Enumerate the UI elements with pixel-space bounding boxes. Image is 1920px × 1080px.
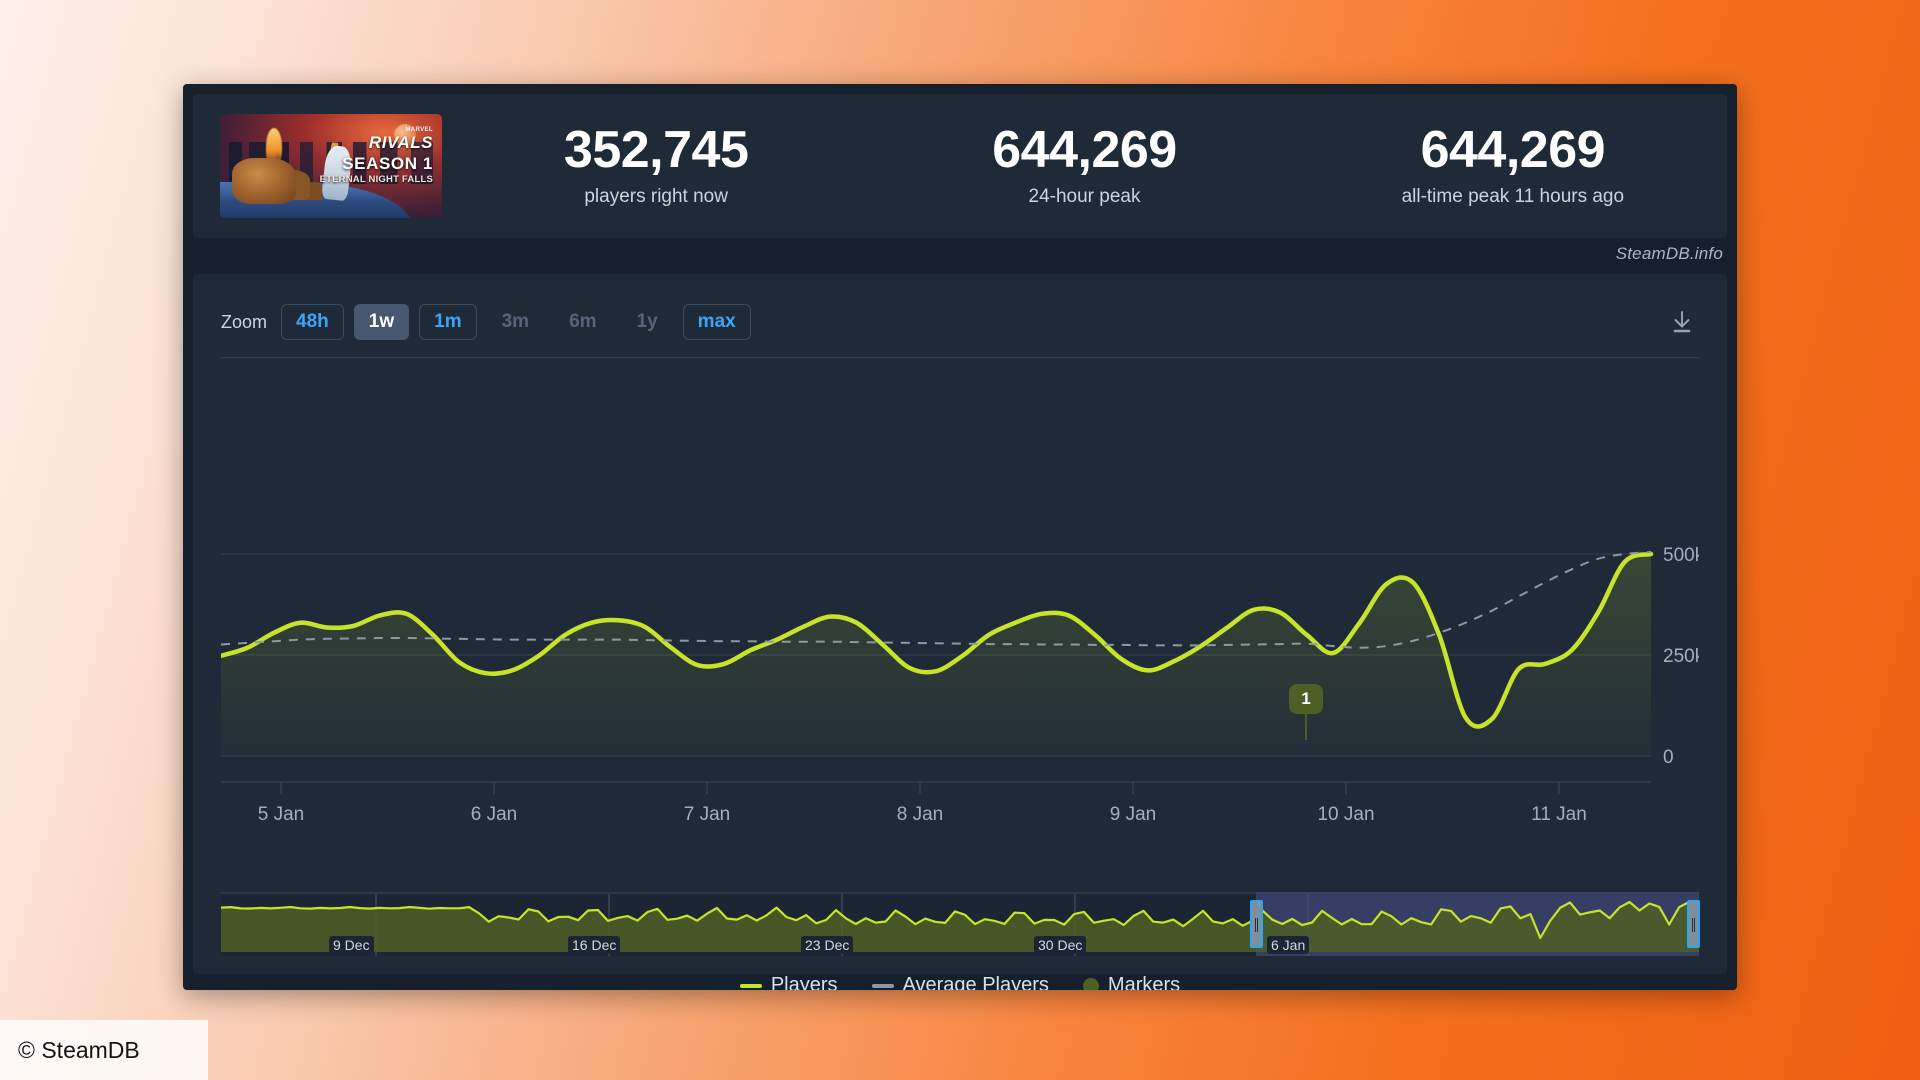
legend-label: Markers [1107, 974, 1181, 990]
stat-value: 352,745 [563, 120, 749, 179]
x-tick-label: 5 Jan [258, 804, 304, 825]
x-tick-label: 7 Jan [684, 804, 730, 825]
capsule-season: SEASON 1 [342, 154, 433, 173]
x-tick-label: 11 Jan [1531, 804, 1587, 825]
stat-label: 24-hour peak [1028, 186, 1141, 208]
chart-panel: Zoom 48h 1w 1m 3m 6m 1y max 500 250 0 5 … [193, 274, 1727, 990]
x-tick-label: 9 Jan [1110, 804, 1156, 825]
download-icon[interactable] [1665, 305, 1699, 339]
navigator-date-label: 23 Dec [801, 936, 854, 954]
stat-value: 644,269 [992, 120, 1177, 179]
legend-item-players[interactable]: Players [739, 974, 838, 990]
capsule-subtitle: ETERNAL NIGHT FALLS [319, 174, 433, 185]
steamdb-watermark: SteamDB.info [1615, 244, 1723, 263]
navigator-handle-right[interactable] [1687, 900, 1700, 948]
range-button-1m[interactable]: 1m [419, 304, 477, 340]
x-tick-label: 8 Jan [897, 804, 943, 825]
chart-marker-badge[interactable]: 1 [1289, 684, 1323, 714]
marker-stem [1305, 714, 1307, 740]
zoom-range-toolbar: Zoom 48h 1w 1m 3m 6m 1y max [221, 296, 1699, 348]
stat-label: players right now [584, 186, 728, 208]
legend-item-markers[interactable]: Markers [1082, 974, 1181, 990]
x-axis-labels: 5 Jan 6 Jan 7 Jan 8 Jan 9 Jan 10 Jan 11 … [258, 804, 1587, 825]
navigator-handle-left[interactable] [1250, 900, 1263, 948]
navigator-date-label: 30 Dec [1034, 936, 1087, 954]
stat-24h-peak: 644,269 24-hour peak [870, 120, 1298, 208]
navigator-svg [221, 892, 1699, 956]
stat-value: 644,269 [1420, 120, 1606, 179]
chart-legend: Players Average Players Markers [193, 974, 1727, 990]
stat-all-time-peak: 644,269 all-time peak 11 hours ago [1299, 120, 1727, 208]
y-tick-label: 0 [1663, 747, 1674, 768]
stat-players-now: 352,745 players right now [442, 120, 870, 208]
steamdb-chart-card: MARVEL RIVALS SEASON 1 ETERNAL NIGHT FAL… [183, 84, 1737, 990]
zoom-label: Zoom [221, 311, 268, 332]
capsule-logo-group: MARVEL RIVALS SEASON 1 ETERNAL NIGHT FAL… [320, 127, 433, 185]
range-button-6m[interactable]: 6m [554, 304, 611, 340]
stats-header: MARVEL RIVALS SEASON 1 ETERNAL NIGHT FAL… [193, 94, 1727, 238]
main-plot-area[interactable]: 500k 250k 0 5 Jan 6 Jan 7 Jan 8 Jan 9 Ja… [221, 370, 1699, 870]
range-button-3m[interactable]: 3m [487, 304, 544, 340]
navigator-date-label: 9 Dec [329, 936, 374, 954]
y-tick-label: 500k [1663, 545, 1699, 566]
average-players-swatch-icon [871, 983, 894, 988]
navigator-date-label: 16 Dec [568, 936, 621, 954]
range-button-48h[interactable]: 48h [281, 304, 344, 340]
capsule-rock-character [232, 158, 296, 204]
range-button-1y[interactable]: 1y [622, 304, 673, 340]
toolbar-divider [221, 357, 1699, 358]
legend-item-average-players[interactable]: Average Players [871, 974, 1049, 990]
range-button-max[interactable]: max [682, 304, 751, 340]
copyright-text: © SteamDB [18, 1036, 140, 1063]
x-tick-label: 6 Jan [471, 804, 517, 825]
stat-label: all-time peak 11 hours ago [1401, 186, 1625, 208]
y-axis-labels: 500k 250k 0 [1663, 545, 1699, 768]
markers-swatch-icon [1082, 977, 1099, 990]
players-swatch-icon [739, 983, 762, 988]
players-chart-svg: 500k 250k 0 5 Jan 6 Jan 7 Jan 8 Jan 9 Ja… [221, 545, 1699, 825]
range-navigator[interactable]: 9 Dec 16 Dec 23 Dec 30 Dec 6 Jan [221, 892, 1700, 956]
navigator-date-label: 6 Jan [1267, 936, 1310, 954]
legend-label: Players [770, 974, 838, 990]
x-axis [221, 781, 1651, 794]
legend-label: Average Players [902, 974, 1049, 990]
game-capsule-image[interactable]: MARVEL RIVALS SEASON 1 ETERNAL NIGHT FAL… [220, 114, 442, 218]
x-tick-label: 10 Jan [1317, 804, 1374, 825]
copyright-strip: © SteamDB [0, 1020, 208, 1080]
capsule-title: RIVALS [368, 133, 433, 152]
range-button-1w[interactable]: 1w [353, 304, 410, 340]
y-tick-label: 250k [1663, 646, 1699, 667]
